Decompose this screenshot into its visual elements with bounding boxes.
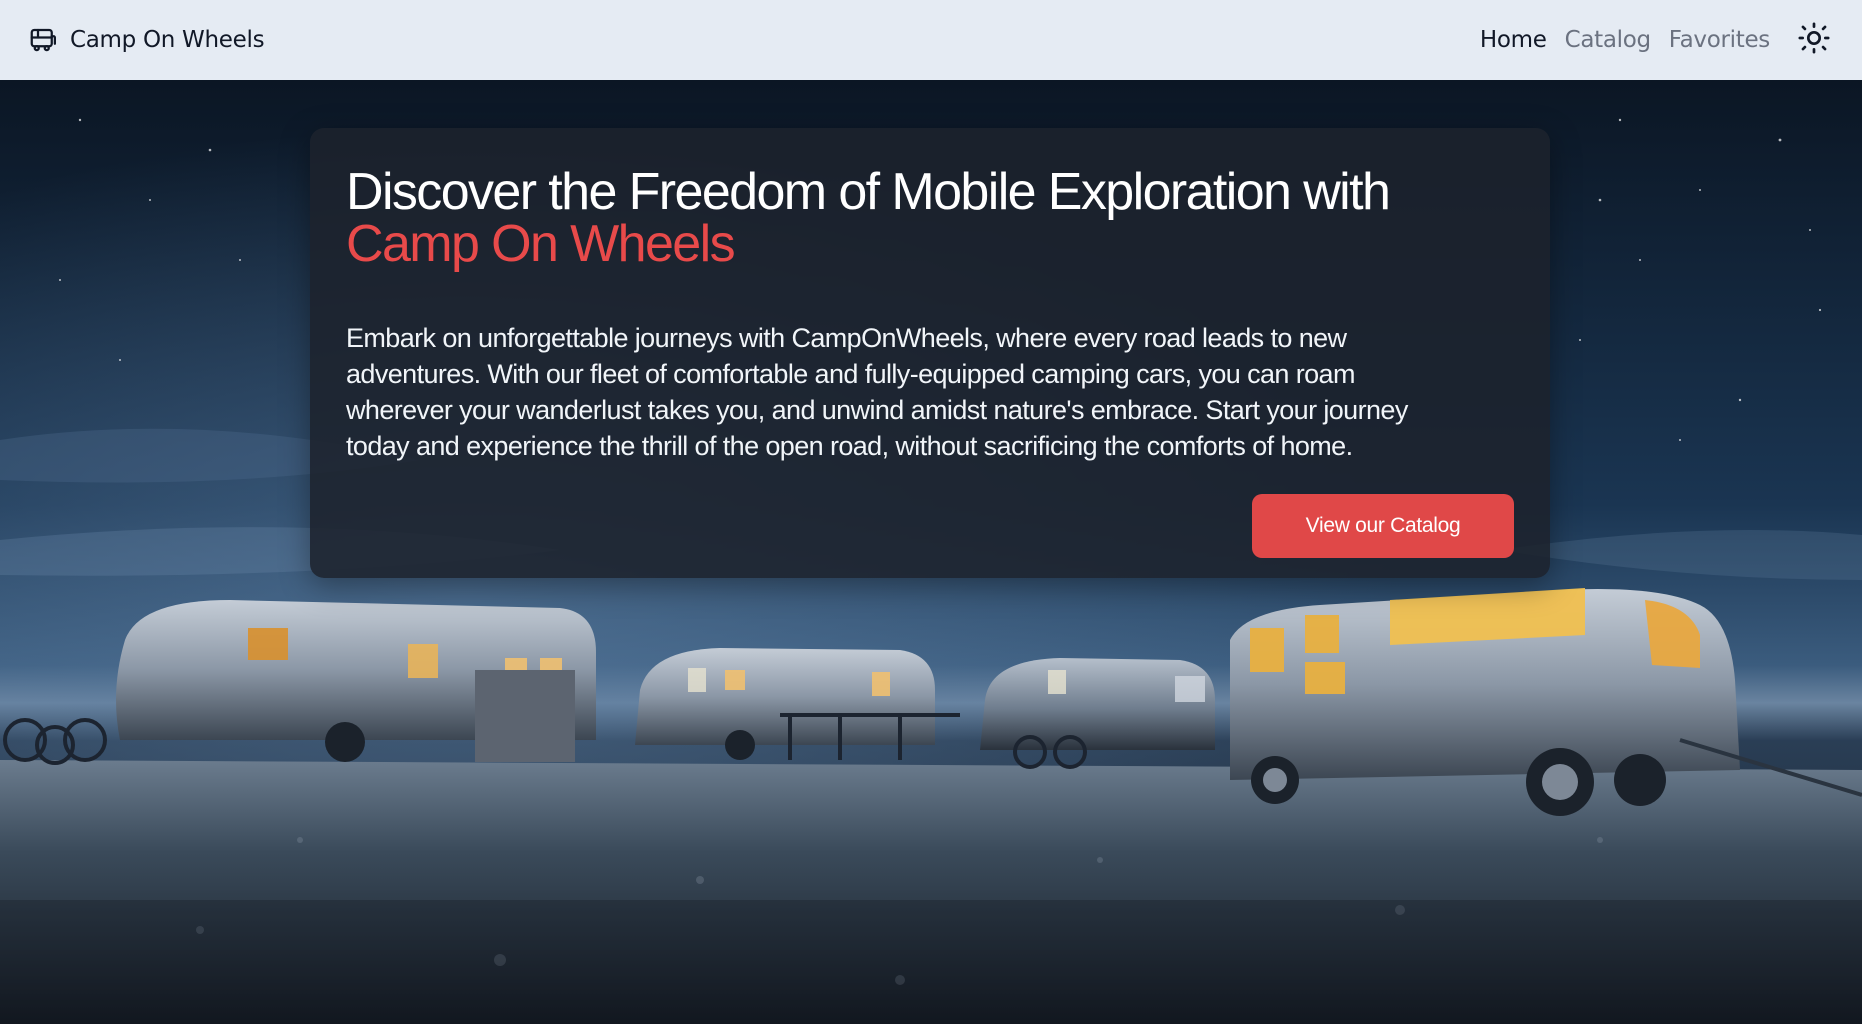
hero-title-prefix: Discover the Freedom of Mobile Explorati… [346, 163, 1391, 221]
brand-logo-link[interactable]: Camp On Wheels [28, 25, 265, 55]
hero-title: Discover the Freedom of Mobile Explorati… [346, 166, 1514, 270]
hero-section: Discover the Freedom of Mobile Explorati… [0, 80, 1862, 1024]
hero-description: Embark on unforgettable journeys with Ca… [346, 323, 1408, 461]
nav-link-favorites[interactable]: Favorites [1669, 27, 1771, 53]
sun-icon [1797, 21, 1831, 59]
hero-title-accent: Camp On Wheels [346, 215, 736, 273]
brand-name: Camp On Wheels [70, 27, 265, 53]
bus-icon [28, 25, 58, 55]
nav-link-catalog[interactable]: Catalog [1565, 27, 1652, 53]
theme-toggle-button[interactable] [1794, 20, 1834, 60]
hero-card: Discover the Freedom of Mobile Explorati… [310, 128, 1550, 578]
view-catalog-button[interactable]: View our Catalog [1252, 494, 1514, 558]
nav-link-home[interactable]: Home [1480, 27, 1547, 53]
main-nav: Home Catalog Favorites [1462, 20, 1834, 60]
top-navbar: Camp On Wheels Home Catalog Favorites [0, 0, 1862, 80]
